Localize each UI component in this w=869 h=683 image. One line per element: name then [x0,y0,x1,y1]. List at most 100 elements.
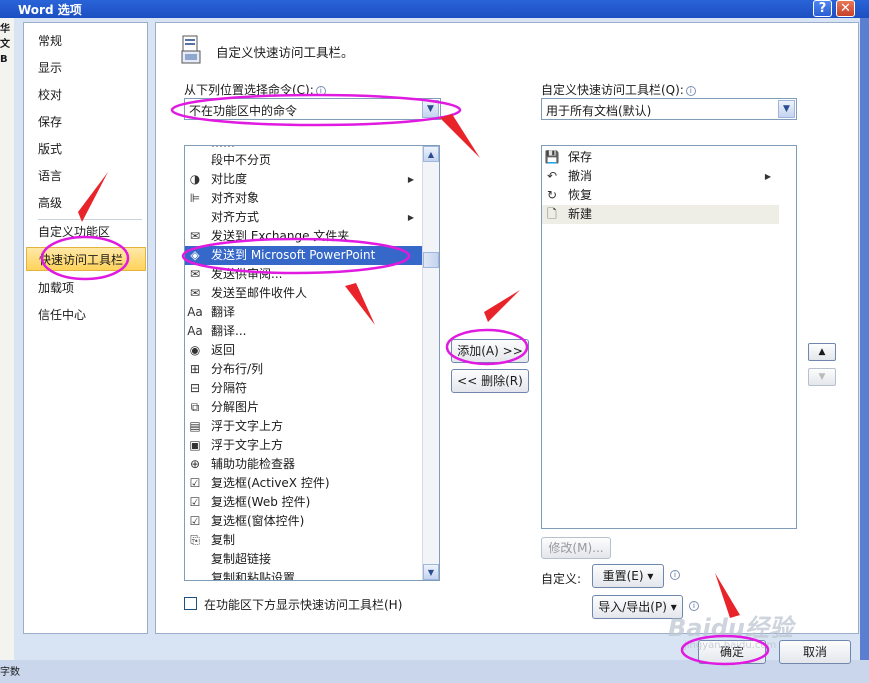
list-item[interactable]: ▣ 浮于文字上方 [185,436,422,455]
nav-item-advanced[interactable]: 高级 [26,191,146,215]
nav-item-language[interactable]: 语言 [26,164,146,188]
command-icon: ⊞ [189,362,201,376]
command-icon: ▣ [189,438,201,452]
content-panel: 自定义快速访问工具栏。 从下列位置选择命令(C):i 不在功能区中的命令 ▼ …… [155,22,859,634]
edge-text-top: 华文 [0,24,10,50]
info-icon: i [315,86,326,96]
list-item[interactable]: ⊟ 分隔符 [185,379,422,398]
title-bar: Word 选项 ? ✕ [0,0,869,18]
nav-item-proofing[interactable]: 校对 [26,83,146,107]
remove-button[interactable]: << 删除(R) [451,369,529,393]
command-icon [187,571,203,580]
list-item[interactable]: ⊫ 对齐对象 [185,189,422,208]
list-item[interactable]: ✉ 发送到 Exchange 文件夹 [185,227,422,246]
list-item[interactable]: ☑ 复选框(ActiveX 控件) [185,474,422,493]
nav-item-general[interactable]: 常规 [26,29,146,53]
move-up-button[interactable]: ▲ [808,343,836,361]
ok-button[interactable]: 确定 [698,640,766,664]
list-item[interactable]: 🗋 新建 [542,205,779,224]
command-icon [187,552,203,567]
choose-commands-value: 不在功能区中的命令 [189,104,298,118]
customize-toolbar-label: 自定义快速访问工具栏(Q): i [541,81,696,98]
list-item-label: 撤消 [568,169,593,183]
list-item[interactable]: ⊕ 辅助功能检查器 [185,455,422,474]
list-item[interactable]: ⧉ 分解图片 [185,398,422,417]
command-icon: 🗋 [547,207,557,221]
nav-item-quick-access-toolbar[interactable]: 快速访问工具栏 [26,247,146,271]
reset-button[interactable]: 重置(E) ▾ [592,564,664,588]
nav-item-addins[interactable]: 加载项 [26,276,146,300]
nav-item-display[interactable]: 显示 [26,56,146,80]
chevron-down-icon[interactable]: ▼ [422,100,439,118]
list-item[interactable]: ☑ 复选框(Web 控件) [185,493,422,512]
chevron-down-icon[interactable]: ▼ [778,100,795,118]
quick-access-toolbar-icon [181,35,201,64]
list-item[interactable]: Aa 翻译 [185,303,422,322]
move-down-button[interactable]: ▼ [808,368,836,386]
customize-toolbar-text: 自定义快速访问工具栏(Q): [541,83,684,97]
list-item[interactable]: ✉ 发送供审阅... [185,265,422,284]
modify-button[interactable]: 修改(M)... [541,537,611,559]
commands-scrollbar[interactable]: ▲ ▼ [422,146,439,580]
list-item-label: 复制超链接 [211,552,272,566]
command-icon: ☑ [189,514,201,528]
list-item-label: 返回 [211,343,236,357]
close-button[interactable]: ✕ [836,0,855,17]
submenu-arrow-icon: ▶ [764,172,771,181]
add-button[interactable]: 添加(A) >> [451,339,529,363]
customize-scope-value: 用于所有文档(默认) [546,104,652,118]
command-icon: ⊕ [189,457,201,471]
info-icon: i [685,86,696,96]
cancel-button[interactable]: 取消 [779,640,851,664]
command-icon: Aa [187,324,203,338]
commands-list[interactable]: …… 段中不分页◑对比度▶⊫对齐对象对齐方式▶✉发送到 Exchange 文件夹… [184,145,440,581]
choose-commands-combo[interactable]: 不在功能区中的命令 ▼ [184,98,441,120]
nav-item-layout[interactable]: 版式 [26,137,146,161]
nav-item-trust-center[interactable]: 信任中心 [26,303,146,327]
list-item-label: 新建 [568,207,593,221]
nav-item-customize-ribbon[interactable]: 自定义功能区 [26,220,146,244]
help-button[interactable]: ? [813,0,832,17]
list-item[interactable]: 段中不分页 [185,151,422,170]
show-below-ribbon-label: 在功能区下方显示快速访问工具栏(H) [204,598,403,612]
list-item[interactable]: 对齐方式 ▶ [185,208,422,227]
command-icon: ⊟ [189,381,201,395]
list-item[interactable]: 复制超链接 [185,550,422,569]
list-item[interactable]: 复制和粘贴设置 [185,569,422,581]
scroll-up-icon[interactable]: ▲ [423,146,439,162]
show-below-ribbon-checkbox[interactable] [184,597,197,610]
scroll-down-icon[interactable]: ▼ [423,564,439,580]
submenu-arrow-icon: ▶ [407,213,414,222]
list-item-label: 对齐方式 [211,210,260,224]
scroll-thumb[interactable] [423,252,439,268]
list-item-label: 段中不分页 [211,153,272,167]
list-item-label: 分解图片 [211,400,260,414]
list-item-label: 分布行/列 [211,362,264,376]
nav-item-save[interactable]: 保存 [26,110,146,134]
list-item[interactable]: ↻ 恢复 [542,186,779,205]
customize-scope-combo[interactable]: 用于所有文档(默认) ▼ [541,98,797,120]
list-item[interactable]: Aa 翻译... [185,322,422,341]
toolbar-items-list[interactable]: 💾 保存 ↶ 撤消 ▶ ↻ 恢复 🗋 新建 [541,145,797,529]
import-export-button[interactable]: 导入/导出(P) ▾ [592,595,683,619]
list-item[interactable]: ◑ 对比度 ▶ [185,170,422,189]
list-item[interactable]: ◈ 发送到 Microsoft PowerPoint [185,246,422,265]
list-item[interactable]: ✉ 发送至邮件收件人 [185,284,422,303]
list-item[interactable]: ⊞ 分布行/列 [185,360,422,379]
command-icon: ✉ [189,229,201,243]
command-icon: ◉ [189,343,201,357]
list-item[interactable]: ☑ 复选框(窗体控件) [185,512,422,531]
list-item[interactable]: ◉ 返回 [185,341,422,360]
list-item-label: 复制和粘贴设置 [211,571,296,581]
command-icon [187,153,203,168]
list-item[interactable]: ↶ 撤消 ▶ [542,167,779,186]
command-icon: ↻ [546,188,558,202]
command-icon: ↶ [546,169,558,183]
list-item[interactable]: ▤ 浮于文字上方 [185,417,422,436]
list-item-label: 对比度 [211,172,248,186]
command-icon: ⎘ [190,533,200,547]
list-item[interactable]: ⎘ 复制 [185,531,422,550]
list-item-label: 辅助功能检查器 [211,457,296,471]
list-item[interactable]: 💾 保存 [542,148,779,167]
command-icon [187,210,203,225]
